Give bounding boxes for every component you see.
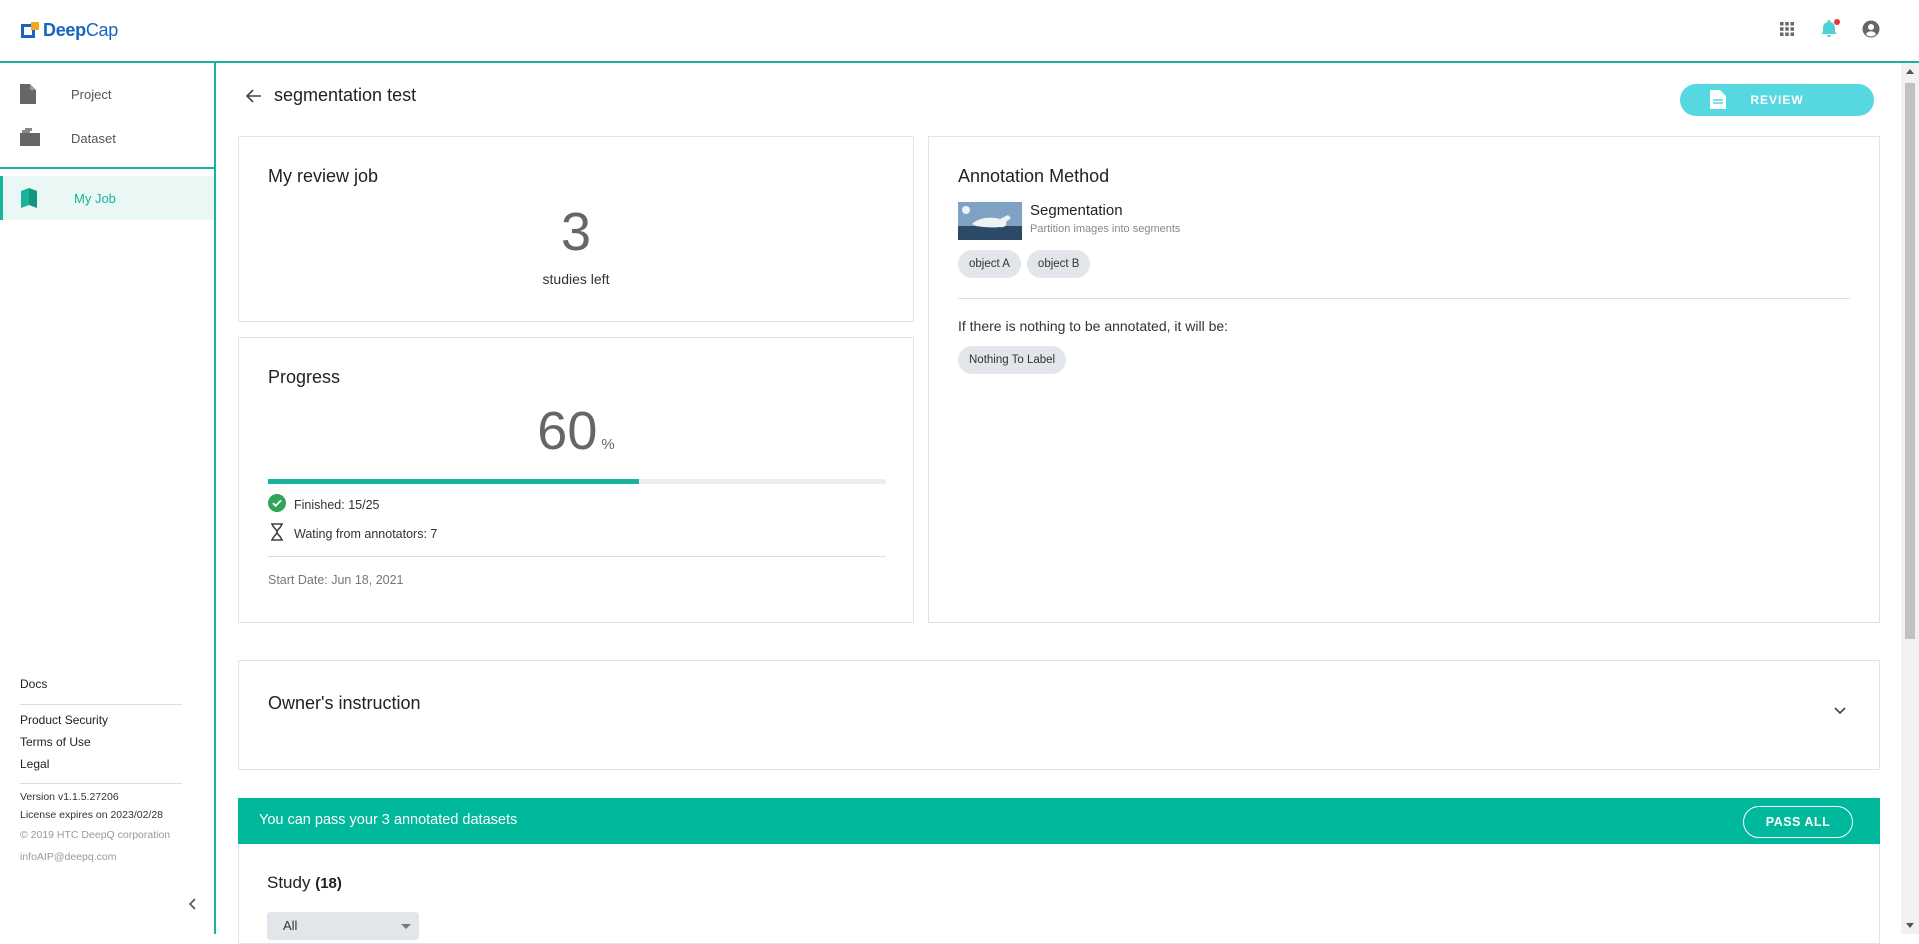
- email-text: infoAIP@deepq.com: [20, 851, 117, 863]
- scrollbar[interactable]: [1901, 63, 1919, 934]
- card-divider: [268, 556, 886, 557]
- sidebar-item-label: Project: [71, 86, 112, 102]
- sidebar-item-dataset[interactable]: Dataset: [0, 116, 214, 160]
- label-chip: object B: [1026, 250, 1091, 278]
- apps-grid-icon[interactable]: [1777, 19, 1797, 39]
- nothing-to-label-chip: Nothing To Label: [958, 346, 1067, 374]
- owner-instruction-panel[interactable]: Owner's instruction: [238, 660, 1880, 770]
- back-arrow-icon[interactable]: [244, 86, 264, 106]
- card-title: Annotation Method: [958, 166, 1110, 186]
- sidebar-item-my-job[interactable]: My Job: [0, 176, 214, 220]
- pass-all-button[interactable]: PASS ALL: [1743, 806, 1853, 838]
- legal-link[interactable]: Legal: [20, 757, 49, 771]
- study-panel: [238, 844, 1880, 944]
- start-date: Start Date: Jun 18, 2021: [268, 573, 404, 587]
- progress-bar: [268, 479, 886, 484]
- scrollbar-thumb[interactable]: [1905, 83, 1915, 639]
- main-content: segmentation test REVIEW My review job 3…: [218, 63, 1901, 944]
- chevron-down-icon[interactable]: [1833, 703, 1847, 715]
- brand-name: DeepCap: [43, 20, 118, 40]
- sidebar-item-label: My Job: [74, 190, 116, 206]
- product-security-link[interactable]: Product Security: [20, 713, 108, 727]
- studies-left-count: 3: [560, 202, 592, 262]
- progress-card: Progress 60% Finished: 15/25 Wating from…: [238, 337, 914, 623]
- scroll-down-arrow-icon[interactable]: [1906, 923, 1914, 928]
- footer-divider: [20, 704, 182, 705]
- sidebar-item-label: Dataset: [71, 130, 116, 146]
- book-icon: [20, 188, 38, 208]
- notification-dot: [1834, 19, 1840, 25]
- copyright-text: © 2019 HTC DeepQ corporation: [20, 829, 171, 841]
- check-circle-icon: [268, 494, 286, 515]
- folder-icon: [20, 128, 40, 148]
- instruction-title: Owner's instruction: [268, 693, 421, 713]
- study-filter-select[interactable]: All: [267, 912, 419, 940]
- card-title: Progress: [268, 367, 341, 387]
- pass-banner-text: You can pass your 3 annotated datasets: [259, 812, 518, 828]
- review-button[interactable]: REVIEW: [1680, 84, 1874, 116]
- study-filter-value: All: [283, 918, 298, 933]
- app-logo[interactable]: DeepCap: [21, 20, 118, 41]
- hourglass-icon: [268, 523, 286, 544]
- collapse-sidebar-icon[interactable]: [186, 897, 200, 911]
- top-bar: DeepCap: [0, 0, 1919, 63]
- method-name: Segmentation: [1030, 202, 1123, 219]
- page-title: segmentation test: [274, 85, 417, 105]
- version-text: Version v1.1.5.27206: [20, 791, 119, 803]
- document-icon: [1710, 90, 1726, 109]
- terms-link[interactable]: Terms of Use: [20, 735, 91, 749]
- annotation-method-card: Annotation Method Segmentation Partition…: [928, 136, 1880, 623]
- study-count: (18): [315, 875, 342, 892]
- docs-link[interactable]: Docs: [20, 677, 47, 691]
- method-row: Segmentation Partition images into segme…: [958, 202, 1180, 240]
- license-text: License expires on 2023/02/28: [20, 809, 164, 821]
- file-icon: [20, 84, 38, 104]
- waiting-row: Wating from annotators: 7: [268, 523, 437, 544]
- caret-down-icon: [401, 924, 411, 929]
- waiting-text: Wating from annotators: 7: [294, 526, 438, 541]
- sidebar-divider: [0, 167, 214, 169]
- card-divider: [958, 298, 1850, 299]
- finished-row: Finished: 15/25: [268, 494, 379, 515]
- account-icon[interactable]: [1861, 19, 1881, 39]
- footer-divider: [20, 783, 182, 784]
- label-chips: object Aobject B: [958, 250, 1096, 278]
- finished-text: Finished: 15/25: [294, 497, 380, 512]
- study-title: Study (18): [267, 873, 342, 892]
- label-chip: object A: [958, 250, 1021, 278]
- pass-banner: You can pass your 3 annotated datasets P…: [238, 798, 1880, 844]
- progress-value: 60%: [537, 401, 615, 461]
- scroll-up-arrow-icon[interactable]: [1906, 69, 1914, 74]
- nothing-to-annotate-text: If there is nothing to be annotated, it …: [958, 318, 1229, 334]
- review-job-card: My review job 3 studies left: [238, 136, 914, 322]
- sidebar: Project Dataset My Job Docs Product Secu…: [0, 63, 216, 934]
- sidebar-item-project[interactable]: Project: [0, 72, 214, 116]
- card-title: My review job: [268, 166, 379, 186]
- method-description: Partition images into segments: [1030, 223, 1181, 235]
- studies-left-label: studies left: [542, 271, 610, 287]
- bell-icon[interactable]: [1819, 19, 1840, 39]
- review-button-label: REVIEW: [1750, 93, 1804, 107]
- segmentation-thumbnail: [958, 202, 1022, 240]
- logo-mark-icon: [21, 21, 39, 40]
- progress-bar-fill: [268, 479, 639, 484]
